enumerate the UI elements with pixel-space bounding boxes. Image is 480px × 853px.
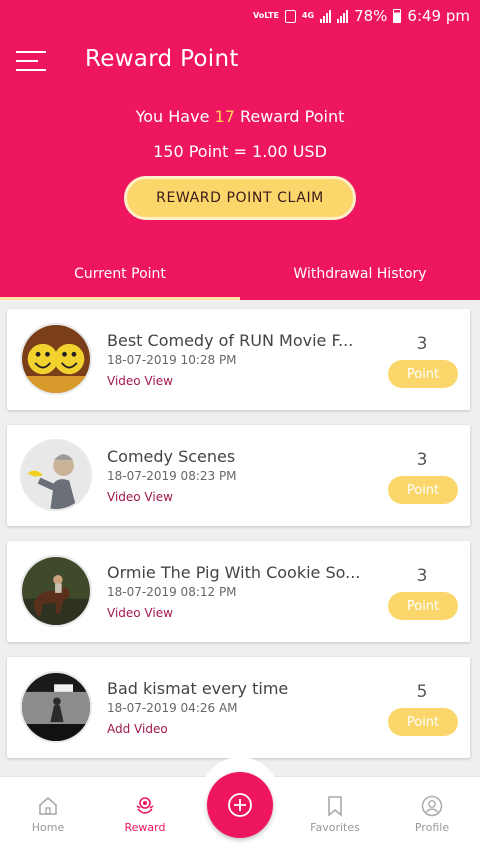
video-title: Comedy Scenes — [107, 447, 236, 466]
video-thumbnail — [20, 555, 92, 627]
balance-prefix: You Have — [135, 107, 210, 126]
network-type-indicator: 4G — [301, 11, 315, 20]
man-with-banana-image — [22, 441, 90, 509]
tab-withdrawal-history[interactable]: Withdrawal History — [240, 250, 480, 300]
reward-points: 3 — [416, 566, 428, 586]
reward-points: 3 — [416, 334, 428, 354]
video-title: Bad kismat every time — [107, 679, 289, 698]
conversion-rate: 150 Point = 1.00 USD — [153, 142, 327, 161]
nav-favorites-label: Favorites — [310, 821, 360, 834]
reward-card[interactable]: Best Comedy of RUN Movie F... 18-07-2019… — [7, 309, 470, 410]
reward-balance: You Have 17 Reward Point — [0, 107, 480, 126]
video-thumbnail — [20, 323, 92, 395]
menu-icon-line — [16, 69, 46, 71]
sim-icon — [284, 9, 296, 23]
nav-home[interactable]: Home — [8, 795, 88, 834]
reward-points: 5 — [416, 682, 428, 702]
menu-button[interactable] — [16, 50, 48, 72]
reward-type: Add Video — [107, 722, 168, 736]
horse-rider-image — [22, 557, 90, 625]
bookmark-icon — [328, 796, 342, 817]
home-icon — [39, 796, 57, 815]
status-bar: VoLTE 4G 78% 6:49 pm — [253, 5, 470, 27]
add-video-button[interactable] — [207, 772, 273, 838]
menu-icon-line — [16, 51, 46, 53]
tab-current-point[interactable]: Current Point — [0, 250, 240, 300]
reward-card[interactable]: Comedy Scenes 18-07-2019 08:23 PM Video … — [7, 425, 470, 526]
add-circle-icon — [228, 793, 252, 817]
video-title: Ormie The Pig With Cookie So... — [107, 563, 361, 582]
nav-home-label: Home — [31, 821, 65, 834]
reward-points: 3 — [416, 450, 428, 470]
reward-date: 18-07-2019 08:12 PM — [107, 585, 237, 599]
clock: 6:49 pm — [407, 7, 470, 25]
nav-favorites[interactable]: Favorites — [295, 795, 375, 834]
reward-card[interactable]: Bad kismat every time 18-07-2019 04:26 A… — [7, 657, 470, 758]
reward-date: 18-07-2019 10:28 PM — [107, 353, 237, 367]
battery-icon — [393, 9, 402, 23]
video-thumbnail — [20, 439, 92, 511]
reward-icon — [136, 797, 154, 814]
nav-reward[interactable]: Reward — [105, 795, 185, 834]
balance-suffix: Reward Point — [239, 107, 345, 126]
volte-indicator: VoLTE — [252, 11, 279, 20]
reward-claim-button[interactable]: REWARD POINT CLAIM — [124, 176, 356, 220]
reward-type: Video View — [107, 490, 173, 504]
reward-date: 18-07-2019 04:26 AM — [107, 701, 238, 715]
reward-date: 18-07-2019 08:23 PM — [107, 469, 237, 483]
point-badge: Point — [388, 360, 458, 388]
point-badge: Point — [388, 592, 458, 620]
point-badge: Point — [388, 708, 458, 736]
video-thumbnail — [20, 671, 92, 743]
point-badge: Point — [388, 476, 458, 504]
signal-icon — [320, 9, 332, 23]
smiley-faces-image — [22, 325, 90, 393]
reward-card[interactable]: Ormie The Pig With Cookie So... 18-07-20… — [7, 541, 470, 642]
profile-icon — [421, 795, 443, 817]
nav-profile[interactable]: Profile — [392, 795, 472, 834]
video-title: Best Comedy of RUN Movie F... — [107, 331, 354, 350]
battery-percent: 78% — [354, 7, 388, 25]
nav-profile-label: Profile — [414, 821, 450, 834]
street-scene-image — [22, 673, 90, 741]
nav-reward-label: Reward — [124, 821, 166, 834]
reward-type: Video View — [107, 374, 173, 388]
balance-value: 17 — [214, 107, 235, 126]
page-title: Reward Point — [85, 46, 239, 72]
tab-bar: Current Point Withdrawal History — [0, 250, 480, 300]
header: VoLTE 4G 78% 6:49 pm Reward Point You Ha… — [0, 0, 480, 300]
reward-list[interactable]: Best Comedy of RUN Movie F... 18-07-2019… — [0, 300, 480, 776]
signal-icon-2 — [337, 9, 349, 23]
menu-icon-line — [16, 60, 38, 62]
reward-type: Video View — [107, 606, 173, 620]
